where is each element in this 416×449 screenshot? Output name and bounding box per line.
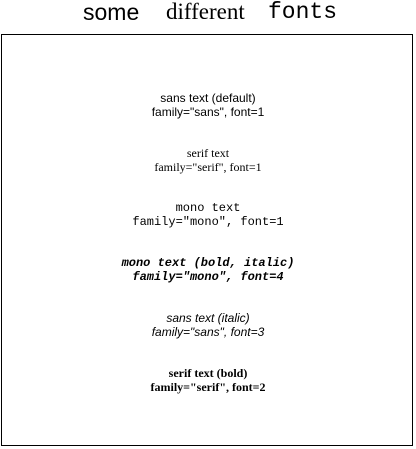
sample-label: mono text — [175, 201, 241, 215]
sample-spec: family="serif", font=2 — [150, 380, 266, 394]
sample-serif-plain: serif text family="serif", font=1 — [0, 146, 416, 174]
title-word-serif: different — [166, 0, 245, 24]
sample-label: sans text (default) — [160, 91, 256, 105]
sample-spec: family="serif", font=1 — [154, 160, 262, 174]
sample-label: serif text — [186, 146, 230, 160]
sample-sans-italic: sans text (italic) family="sans", font=3 — [0, 311, 416, 339]
sample-label: sans text (italic) — [166, 311, 250, 325]
sample-mono-plain: mono text family="mono", font=1 — [0, 201, 416, 229]
sample-spec: family="mono", font=1 — [132, 215, 284, 229]
sample-serif-bold: serif text (bold) family="serif", font=2 — [0, 366, 416, 394]
sample-spec: family="sans", font=1 — [151, 105, 265, 119]
sample-label: serif text (bold) — [168, 366, 248, 380]
sample-mono-bold-italic: mono text (bold, italic) family="mono", … — [0, 256, 416, 284]
sample-label: mono text (bold, italic) — [121, 256, 295, 270]
title-word-mono: fonts — [268, 0, 338, 25]
sample-sans-plain: sans text (default) family="sans", font=… — [0, 91, 416, 119]
sample-spec: family="mono", font=4 — [132, 270, 284, 284]
sample-spec: family="sans", font=3 — [151, 325, 265, 339]
title-word-sans: some — [83, 0, 140, 25]
page-title: some different fonts — [0, 0, 416, 30]
